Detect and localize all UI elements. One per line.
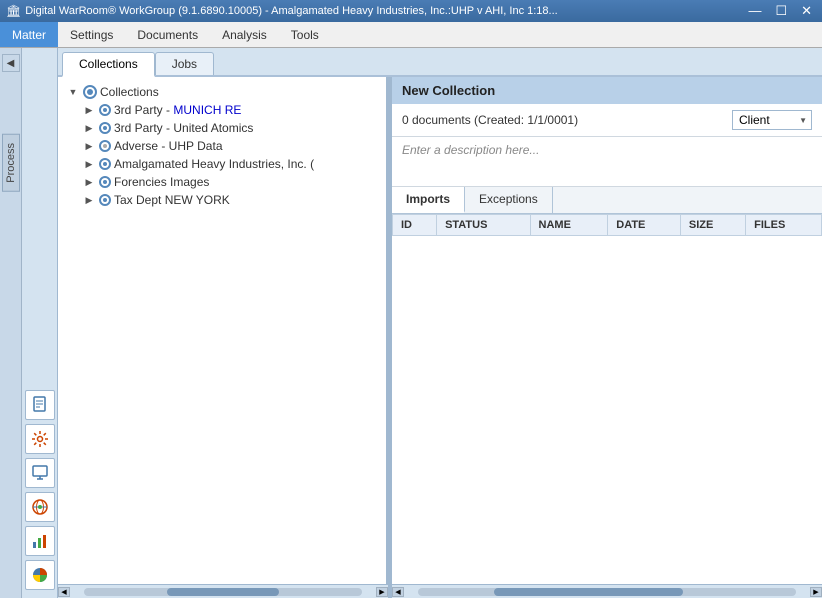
tab-jobs[interactable]: Jobs [155,52,214,75]
main-layout: ◀ Process Collections Jobs [0,48,822,598]
icon-sidebar [22,48,58,598]
right-scroll-thumb[interactable] [494,588,683,596]
right-scroll-track[interactable] [418,588,796,596]
tree-label-root: Collections [100,85,159,99]
tree-expander-1[interactable]: ▶ [82,121,96,135]
tree-expander-3[interactable]: ▶ [82,157,96,171]
minimize-button[interactable]: — [744,3,765,19]
tree-node-5[interactable]: ▶ Tax Dept NEW YORK [80,191,380,209]
tree-root: ▼ Collections ▶ 3rd Party - MUNICH RE [58,77,386,215]
document-sidebar-button[interactable] [25,390,55,420]
col-header-status: STATUS [437,215,530,236]
tree-icon-0 [99,104,111,116]
description-area[interactable]: Enter a description here... [392,137,822,187]
menu-item-analysis[interactable]: Analysis [210,22,279,47]
inner-tab-exceptions[interactable]: Exceptions [465,187,553,213]
col-header-size: SIZE [680,215,745,236]
meta-text: 0 documents (Created: 1/1/0001) [402,113,578,127]
inner-tab-imports[interactable]: Imports [392,187,465,213]
bottom-scrollbars: ◀ ▶ ◀ ▶ [58,584,822,598]
left-scroll-thumb[interactable] [167,588,278,596]
tree-expander-root[interactable]: ▼ [66,85,80,99]
imports-table: ID STATUS NAME DATE SIZE FILES [392,214,822,236]
menu-item-settings[interactable]: Settings [58,22,125,47]
titlebar-controls: — ☐ ✕ [744,3,816,19]
tree-icon-4 [99,176,111,188]
monitor-sidebar-button[interactable] [25,458,55,488]
scroll-right-left-arrow[interactable]: ◀ [392,587,404,597]
tree-expander-2[interactable]: ▶ [82,139,96,153]
split-area: ▼ Collections ▶ 3rd Party - MUNICH RE [58,77,822,584]
collapse-button[interactable]: ◀ [2,54,20,72]
col-header-name: NAME [530,215,608,236]
tree-label-0: 3rd Party - MUNICH RE [114,103,241,117]
chart-bar-sidebar-button[interactable] [25,526,55,556]
menu-item-tools[interactable]: Tools [279,22,331,47]
inner-tabs: Imports Exceptions [392,187,822,214]
tree-icon-root [83,85,97,99]
tree-icon-1 [99,122,111,134]
chart-pie-sidebar-button[interactable] [25,560,55,590]
tree-children: ▶ 3rd Party - MUNICH RE ▶ 3rd Party - Un… [80,101,380,209]
content-area: Collections Jobs ▼ Collections [58,48,822,598]
tree-icon-2 [99,140,111,152]
left-scrollbar[interactable]: ◀ ▶ [58,584,388,598]
tree-expander-4[interactable]: ▶ [82,175,96,189]
client-dropdown[interactable]: Client [732,110,812,130]
col-header-files: FILES [746,215,822,236]
titlebar-text: Digital WarRoom® WorkGroup (9.1.6890.100… [25,5,557,17]
menu-item-documents[interactable]: Documents [125,22,210,47]
tree-node-1[interactable]: ▶ 3rd Party - United Atomics [80,119,380,137]
app-icon: 🏛 [6,4,21,18]
scroll-left-arrow[interactable]: ◀ [58,587,70,597]
description-placeholder: Enter a description here... [402,143,539,157]
close-button[interactable]: ✕ [797,3,816,19]
menu-item-matter[interactable]: Matter [0,22,58,47]
collection-meta: 0 documents (Created: 1/1/0001) Client [392,104,822,137]
right-panel: New Collection 0 documents (Created: 1/1… [392,77,822,584]
tree-label-5: Tax Dept NEW YORK [114,193,230,207]
menubar: Matter Settings Documents Analysis Tools [0,22,822,48]
imports-table-container: ID STATUS NAME DATE SIZE FILES [392,214,822,584]
tree-node-2[interactable]: ▶ Adverse - UHP Data [80,137,380,155]
tree-node-4[interactable]: ▶ Forencies Images [80,173,380,191]
tab-collections[interactable]: Collections [62,52,155,77]
right-scrollbar[interactable]: ◀ ▶ [392,584,822,598]
tree-label-4: Forencies Images [114,175,209,189]
globe-sidebar-button[interactable] [25,492,55,522]
scroll-right-arrow[interactable]: ▶ [376,587,388,597]
gear-sidebar-button[interactable] [25,424,55,454]
restore-button[interactable]: ☐ [771,3,791,19]
col-header-id: ID [393,215,437,236]
tree-expander-5[interactable]: ▶ [82,193,96,207]
tree-node-0[interactable]: ▶ 3rd Party - MUNICH RE [80,101,380,119]
tree-expander-0[interactable]: ▶ [82,103,96,117]
tree-icon-5 [99,194,111,206]
process-tab[interactable]: Process [2,134,20,192]
left-scroll-track[interactable] [84,588,362,596]
tree-icon-3 [99,158,111,170]
tree-label-3: Amalgamated Heavy Industries, Inc. ( [114,157,314,171]
tree-node-3[interactable]: ▶ Amalgamated Heavy Industries, Inc. ( [80,155,380,173]
scroll-right-right-arrow[interactable]: ▶ [810,587,822,597]
process-side: ◀ Process [0,48,22,598]
tabs-bar: Collections Jobs [58,48,822,77]
tree-label-2: Adverse - UHP Data [114,139,223,153]
col-header-date: DATE [608,215,681,236]
titlebar-left: 🏛 Digital WarRoom® WorkGroup (9.1.6890.1… [6,4,558,18]
collection-header: New Collection [392,77,822,104]
titlebar: 🏛 Digital WarRoom® WorkGroup (9.1.6890.1… [0,0,822,22]
tree-label-1: 3rd Party - United Atomics [114,121,253,135]
tree-node-collections-root[interactable]: ▼ Collections [64,83,380,101]
left-panel: ▼ Collections ▶ 3rd Party - MUNICH RE [58,77,388,584]
